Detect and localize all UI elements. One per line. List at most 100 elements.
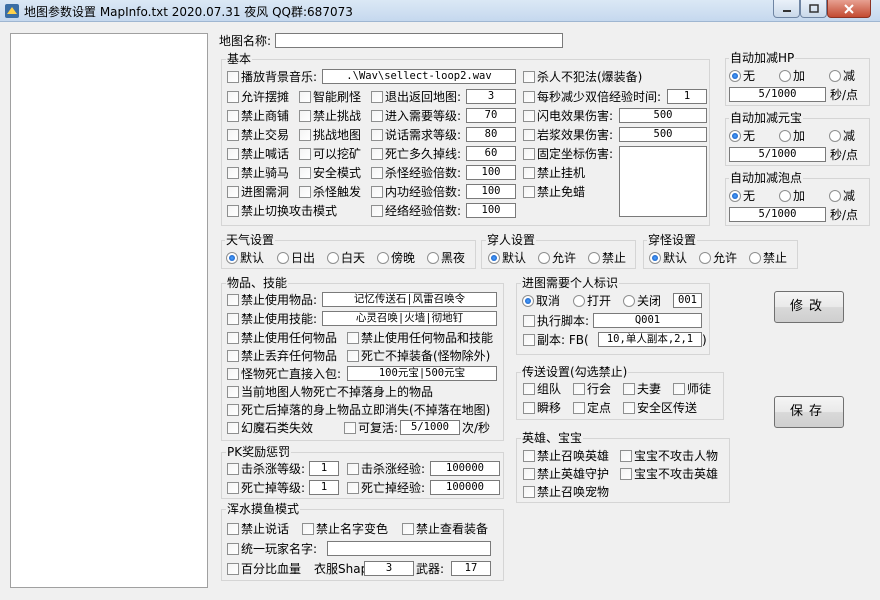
bgm-input[interactable]: .\Wav\sellect-loop2.wav: [322, 69, 516, 84]
death-level-input[interactable]: 1: [309, 480, 339, 495]
vanish-checkbox[interactable]: [227, 404, 239, 416]
map-list[interactable]: [10, 33, 208, 588]
no-name-color-checkbox[interactable]: [302, 523, 314, 535]
flash-damage-input[interactable]: 500: [619, 108, 707, 123]
close-button[interactable]: [827, 0, 871, 18]
kill-level-input[interactable]: 1: [309, 461, 339, 476]
weather-default-radio[interactable]: [226, 252, 238, 264]
death-level-checkbox[interactable]: [227, 482, 239, 494]
no-drop-body-checkbox[interactable]: [227, 386, 239, 398]
kill-exp-input[interactable]: 100: [466, 165, 516, 180]
no-use-skill-checkbox[interactable]: [227, 313, 239, 325]
no-ride-checkbox[interactable]: [227, 167, 239, 179]
weather-sunrise-radio[interactable]: [277, 252, 289, 264]
auto-bubble-input[interactable]: 5/1000: [729, 207, 826, 222]
auto-bubble-none-radio[interactable]: [729, 190, 741, 202]
unify-name-input[interactable]: [327, 541, 491, 556]
talk-level-input[interactable]: 80: [466, 127, 516, 142]
tp-guild-checkbox[interactable]: [573, 383, 585, 395]
death-exp-loss-input[interactable]: 100000: [430, 480, 500, 495]
no-death-drop-checkbox[interactable]: [347, 350, 359, 362]
person-forbid-radio[interactable]: [588, 252, 600, 264]
no-use-item-input[interactable]: 记忆传送石|风雷召唤令: [322, 292, 497, 307]
double-exp-input[interactable]: 1: [667, 89, 707, 104]
no-hero-guard-checkbox[interactable]: [523, 468, 535, 480]
enter-level-input[interactable]: 70: [466, 108, 516, 123]
monster-default-radio[interactable]: [649, 252, 661, 264]
map-name-input[interactable]: [275, 33, 563, 48]
modify-button[interactable]: 修改: [774, 291, 844, 323]
tp-couple-checkbox[interactable]: [623, 383, 635, 395]
pet-no-attack-human-checkbox[interactable]: [620, 450, 632, 462]
percent-hp-checkbox[interactable]: [227, 563, 239, 575]
challenge-map-checkbox[interactable]: [299, 129, 311, 141]
weather-night-radio[interactable]: [427, 252, 439, 264]
auto-hp-input[interactable]: 5/1000: [729, 87, 826, 102]
lava-damage-input[interactable]: 500: [619, 127, 707, 142]
inner-exp-checkbox[interactable]: [371, 186, 383, 198]
tp-instant-checkbox[interactable]: [523, 402, 535, 414]
death-drop-input[interactable]: 60: [466, 146, 516, 161]
copy-checkbox[interactable]: [523, 334, 535, 346]
no-shop-checkbox[interactable]: [227, 110, 239, 122]
tp-master-checkbox[interactable]: [673, 383, 685, 395]
lava-damage-checkbox[interactable]: [523, 129, 535, 141]
run-script-checkbox[interactable]: [523, 315, 535, 327]
exit-map-checkbox[interactable]: [371, 91, 383, 103]
no-summon-hero-checkbox[interactable]: [523, 450, 535, 462]
no-any-item-skill-checkbox[interactable]: [347, 332, 359, 344]
copy-input[interactable]: 10,单人副本,2,1: [598, 332, 702, 347]
revive-input[interactable]: 5/1000: [400, 420, 460, 435]
no-hangup-checkbox[interactable]: [523, 167, 535, 179]
save-button[interactable]: 保存: [774, 396, 844, 428]
auto-gold-input[interactable]: 5/1000: [729, 147, 826, 162]
allow-stall-checkbox[interactable]: [227, 91, 239, 103]
no-avoid-checkbox[interactable]: [523, 186, 535, 198]
maximize-button[interactable]: [800, 0, 827, 18]
monster-forbid-radio[interactable]: [749, 252, 761, 264]
fantasy-stone-checkbox[interactable]: [227, 422, 239, 434]
no-use-skill-input[interactable]: 心灵召唤|火墙|彻地钉: [322, 311, 497, 326]
flag-close-radio[interactable]: [623, 295, 635, 307]
inner-exp-input[interactable]: 100: [466, 184, 516, 199]
auto-hp-none-radio[interactable]: [729, 70, 741, 82]
person-allow-radio[interactable]: [538, 252, 550, 264]
meridian-exp-input[interactable]: 100: [466, 203, 516, 218]
no-view-equip-checkbox[interactable]: [402, 523, 414, 535]
monster-bag-checkbox[interactable]: [227, 368, 239, 380]
double-exp-checkbox[interactable]: [523, 91, 535, 103]
auto-bubble-add-radio[interactable]: [779, 190, 791, 202]
kill-trigger-checkbox[interactable]: [299, 186, 311, 198]
exit-map-input[interactable]: 3: [466, 89, 516, 104]
need-hole-checkbox[interactable]: [227, 186, 239, 198]
tp-safe-zone-checkbox[interactable]: [623, 402, 635, 414]
weapon-input[interactable]: 17: [451, 561, 491, 576]
no-drop-item-checkbox[interactable]: [227, 350, 239, 362]
auto-gold-sub-radio[interactable]: [829, 130, 841, 142]
bgm-checkbox[interactable]: [227, 71, 239, 83]
death-drop-checkbox[interactable]: [371, 148, 383, 160]
no-trade-checkbox[interactable]: [227, 129, 239, 141]
kill-exp-checkbox[interactable]: [371, 167, 383, 179]
unify-name-checkbox[interactable]: [227, 543, 239, 555]
death-exp-loss-checkbox[interactable]: [347, 482, 359, 494]
no-switch-attack-checkbox[interactable]: [227, 205, 239, 217]
no-shout-checkbox[interactable]: [227, 148, 239, 160]
weather-day-radio[interactable]: [327, 252, 339, 264]
auto-bubble-sub-radio[interactable]: [829, 190, 841, 202]
no-use-item-checkbox[interactable]: [227, 294, 239, 306]
kill-level-checkbox[interactable]: [227, 463, 239, 475]
pet-no-attack-hero-checkbox[interactable]: [620, 468, 632, 480]
fixed-damage-textarea[interactable]: [619, 146, 707, 217]
shape-input[interactable]: 3: [364, 561, 414, 576]
no-kill-penalty-checkbox[interactable]: [523, 71, 535, 83]
no-challenge-checkbox[interactable]: [299, 110, 311, 122]
auto-hp-sub-radio[interactable]: [829, 70, 841, 82]
auto-hp-add-radio[interactable]: [779, 70, 791, 82]
flag-open-radio[interactable]: [573, 295, 585, 307]
no-summon-pet-checkbox[interactable]: [523, 486, 535, 498]
safe-mode-checkbox[interactable]: [299, 167, 311, 179]
minimize-button[interactable]: [773, 0, 800, 18]
monster-allow-radio[interactable]: [699, 252, 711, 264]
kill-exp-gain-checkbox[interactable]: [347, 463, 359, 475]
